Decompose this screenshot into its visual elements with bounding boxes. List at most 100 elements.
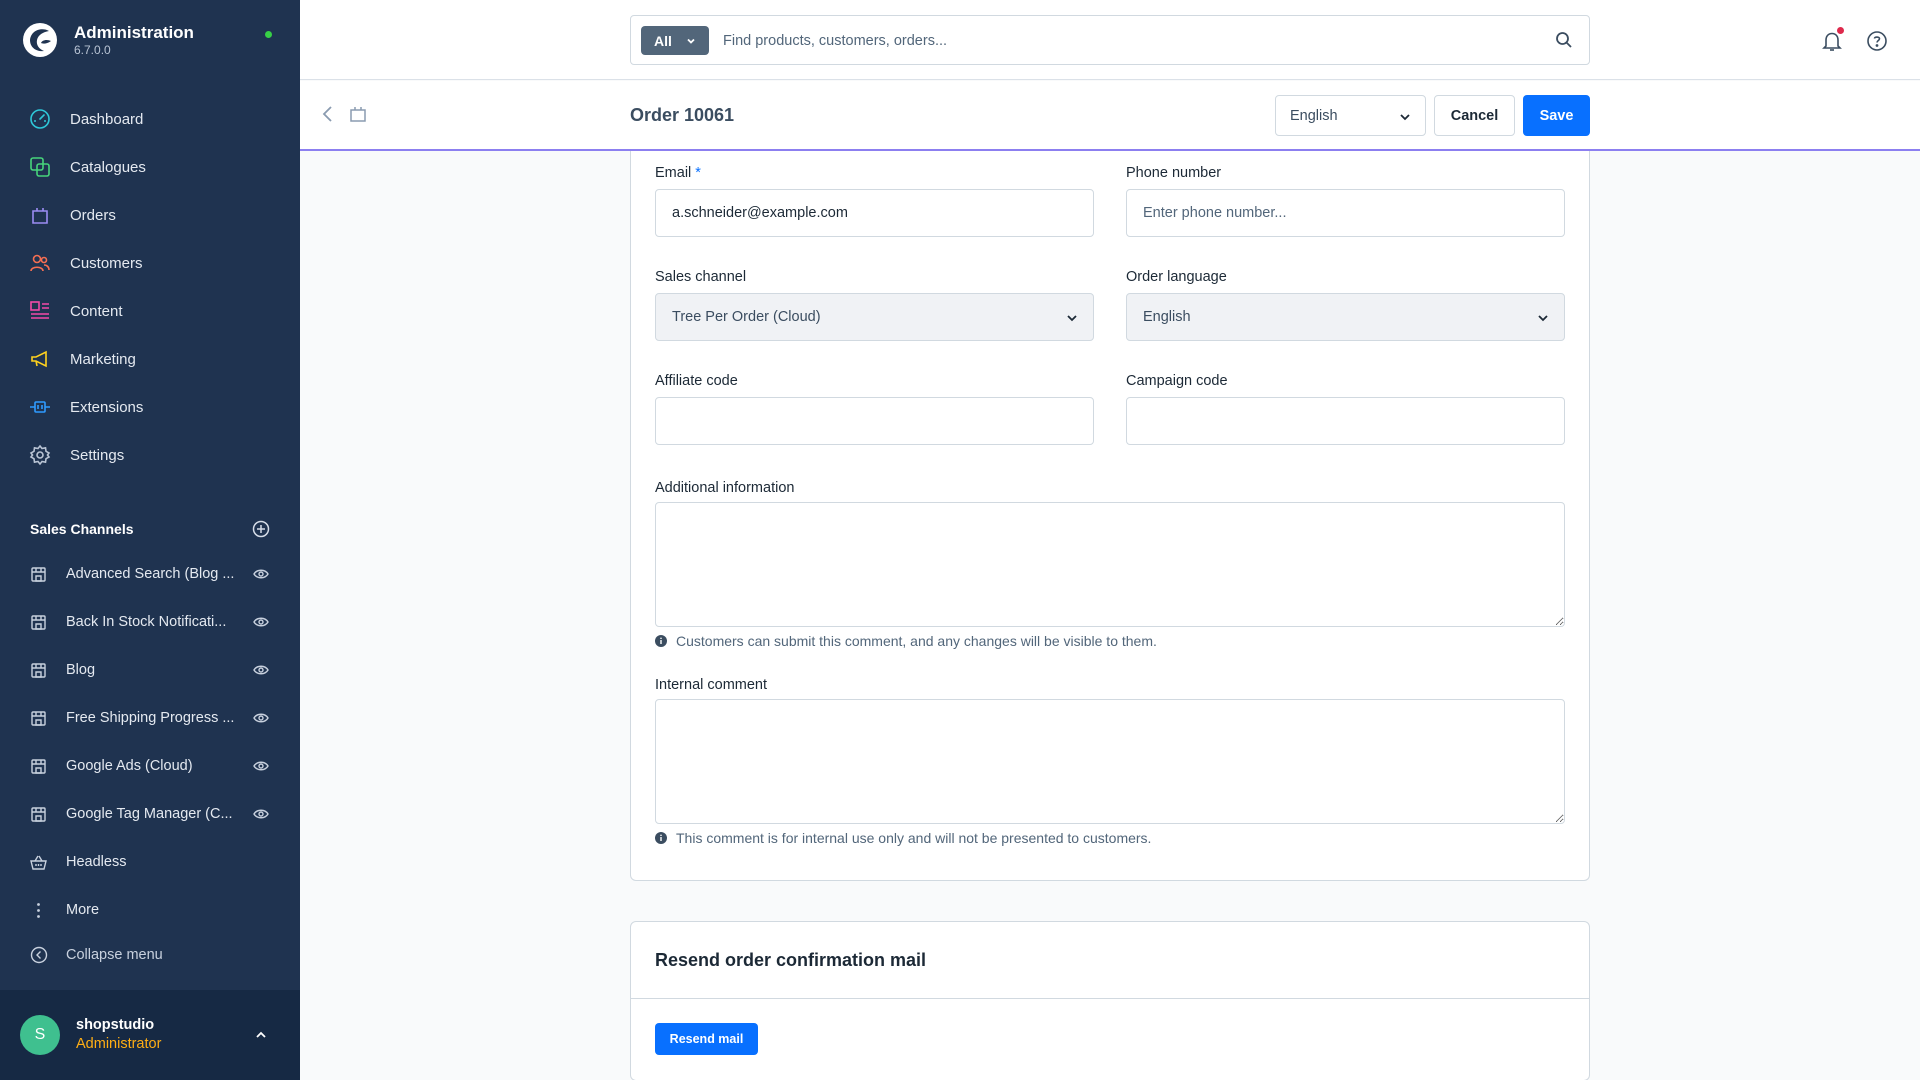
eye-icon[interactable] bbox=[253, 759, 269, 773]
eye-icon[interactable] bbox=[253, 615, 269, 629]
nav-item-settings[interactable]: Settings bbox=[0, 431, 300, 479]
order-language-select[interactable]: English bbox=[1126, 293, 1565, 341]
sales-channel-label: Back In Stock Notificati... bbox=[66, 614, 227, 630]
sales-channel-list: Advanced Search (Blog ... Back In Stock … bbox=[0, 550, 300, 934]
plug-icon bbox=[30, 401, 50, 413]
search-type-select[interactable]: All bbox=[641, 26, 709, 55]
collapse-menu-button[interactable]: Collapse menu bbox=[30, 946, 163, 964]
chevron-left-circle-icon bbox=[30, 946, 48, 964]
app-title: Administration bbox=[74, 23, 194, 42]
resend-confirmation-card: Resend order confirmation mail Resend ma… bbox=[630, 921, 1590, 1080]
sales-channel-more[interactable]: More bbox=[0, 886, 300, 934]
nav-label: Orders bbox=[70, 206, 116, 224]
phone-label: Phone number bbox=[1126, 165, 1222, 181]
chevron-down-icon bbox=[1067, 315, 1077, 322]
sales-channel-label: Google Ads (Cloud) bbox=[66, 758, 193, 774]
sales-channel-item[interactable]: Advanced Search (Blog ... bbox=[0, 550, 300, 598]
sales-channel-item[interactable]: Back In Stock Notificati... bbox=[0, 598, 300, 646]
info-icon bbox=[655, 635, 667, 647]
chevron-up-icon[interactable] bbox=[254, 1028, 268, 1042]
sales-channel-label: Advanced Search (Blog ... bbox=[66, 566, 235, 582]
sales-channel-value: Tree Per Order (Cloud) bbox=[672, 309, 821, 325]
help-icon[interactable] bbox=[1866, 30, 1888, 52]
sales-channel-select[interactable]: Tree Per Order (Cloud) bbox=[655, 293, 1094, 341]
sidebar: Administration 6.7.0.0 Dashboard Catalog… bbox=[0, 0, 300, 1080]
nav-item-extensions[interactable]: Extensions bbox=[0, 383, 300, 431]
sales-channel-label: More bbox=[66, 902, 100, 918]
additional-info-label: Additional information bbox=[655, 480, 795, 496]
content-icon bbox=[30, 301, 49, 319]
internal-comment-hint: This comment is for internal use only an… bbox=[655, 830, 1151, 846]
chevron-down-icon bbox=[687, 38, 695, 44]
nav-label: Content bbox=[70, 302, 123, 320]
user-menu[interactable]: S shopstudio Administrator bbox=[0, 990, 300, 1080]
additional-info-textarea[interactable] bbox=[655, 502, 1565, 627]
card-divider bbox=[631, 998, 1589, 999]
eye-icon[interactable] bbox=[253, 663, 269, 677]
resend-card-title: Resend order confirmation mail bbox=[655, 950, 927, 970]
nav-item-content[interactable]: Content bbox=[0, 287, 300, 335]
eye-icon[interactable] bbox=[253, 711, 269, 725]
catalogue-icon bbox=[30, 157, 50, 177]
nav-item-dashboard[interactable]: Dashboard bbox=[0, 95, 300, 143]
email-label: Email * bbox=[655, 165, 701, 181]
internal-comment-textarea[interactable] bbox=[655, 699, 1565, 824]
sales-channel-item[interactable]: Free Shipping Progress ... bbox=[0, 694, 300, 742]
online-status-dot bbox=[265, 31, 272, 38]
additional-info-hint-text: Customers can submit this comment, and a… bbox=[676, 633, 1157, 649]
order-details-card: Email * Phone number Sales channel Tree … bbox=[630, 151, 1590, 881]
internal-comment-label: Internal comment bbox=[655, 677, 768, 693]
chevron-down-icon bbox=[1538, 315, 1548, 322]
nav-item-customers[interactable]: Customers bbox=[0, 239, 300, 287]
language-switch[interactable]: English bbox=[1275, 95, 1426, 136]
storefront-icon bbox=[31, 662, 46, 678]
add-circle-icon[interactable] bbox=[252, 520, 270, 538]
shopping-bag-icon bbox=[32, 208, 48, 224]
order-language-value: English bbox=[1143, 309, 1191, 325]
user-name: shopstudio bbox=[76, 1017, 155, 1033]
storefront-icon bbox=[31, 566, 46, 582]
campaign-code-field[interactable] bbox=[1126, 397, 1565, 445]
sales-channel-item[interactable]: Google Ads (Cloud) bbox=[0, 742, 300, 790]
search-type-label: All bbox=[654, 32, 672, 49]
sales-channel-label: Headless bbox=[66, 854, 127, 870]
email-field[interactable] bbox=[655, 189, 1094, 237]
chevron-left-icon[interactable] bbox=[320, 105, 336, 123]
affiliate-code-label: Affiliate code bbox=[655, 373, 738, 389]
email-label-text: Email bbox=[655, 165, 692, 181]
basket-icon bbox=[30, 855, 47, 870]
affiliate-code-field[interactable] bbox=[655, 397, 1094, 445]
nav-label: Marketing bbox=[70, 350, 136, 368]
nav-item-marketing[interactable]: Marketing bbox=[0, 335, 300, 383]
gear-icon bbox=[29, 444, 51, 466]
sales-channels-header: Sales Channels bbox=[30, 520, 270, 538]
megaphone-icon bbox=[31, 350, 47, 368]
top-bar: All bbox=[300, 0, 1920, 80]
phone-field[interactable] bbox=[1126, 189, 1565, 237]
sales-channel-label: Sales channel bbox=[655, 269, 747, 285]
brand[interactable]: Administration 6.7.0.0 bbox=[22, 22, 194, 58]
resend-mail-button[interactable]: Resend mail bbox=[655, 1023, 758, 1055]
sales-channel-item-headless[interactable]: Headless bbox=[0, 838, 300, 886]
sales-channel-label: Free Shipping Progress ... bbox=[66, 710, 235, 726]
nav-item-orders[interactable]: Orders bbox=[0, 191, 300, 239]
search-input[interactable] bbox=[723, 26, 1503, 55]
shopware-logo-icon bbox=[23, 23, 57, 57]
shopping-bag-icon bbox=[350, 107, 366, 122]
cancel-button[interactable]: Cancel bbox=[1434, 95, 1515, 136]
nav-item-catalogues[interactable]: Catalogues bbox=[0, 143, 300, 191]
page-title: Order 10061 bbox=[630, 105, 735, 125]
sales-channel-label: Blog bbox=[66, 662, 96, 678]
eye-icon[interactable] bbox=[253, 807, 269, 821]
nav-label: Catalogues bbox=[70, 158, 146, 176]
sales-channel-item[interactable]: Blog bbox=[0, 646, 300, 694]
search-icon[interactable] bbox=[1555, 31, 1573, 49]
sales-channels-title: Sales Channels bbox=[30, 521, 134, 537]
sales-channel-item[interactable]: Google Tag Manager (C... bbox=[0, 790, 300, 838]
storefront-icon bbox=[31, 614, 46, 630]
user-role: Administrator bbox=[76, 1036, 162, 1052]
eye-icon[interactable] bbox=[253, 567, 269, 581]
save-button[interactable]: Save bbox=[1523, 95, 1590, 136]
storefront-icon bbox=[31, 758, 46, 774]
campaign-code-label: Campaign code bbox=[1126, 373, 1228, 389]
